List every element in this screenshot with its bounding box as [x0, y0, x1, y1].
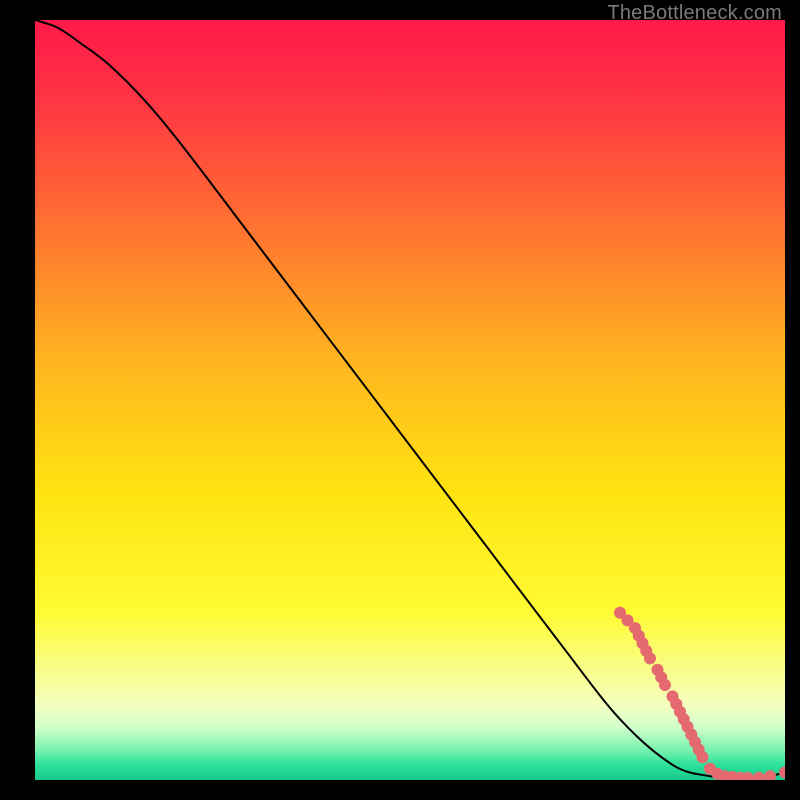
plot-area	[35, 20, 785, 780]
gradient-background	[35, 20, 785, 780]
chart-stage: TheBottleneck.com	[0, 0, 800, 800]
sample-point	[644, 652, 656, 664]
sample-point	[659, 679, 671, 691]
chart-svg	[35, 20, 785, 780]
sample-point	[697, 751, 709, 763]
